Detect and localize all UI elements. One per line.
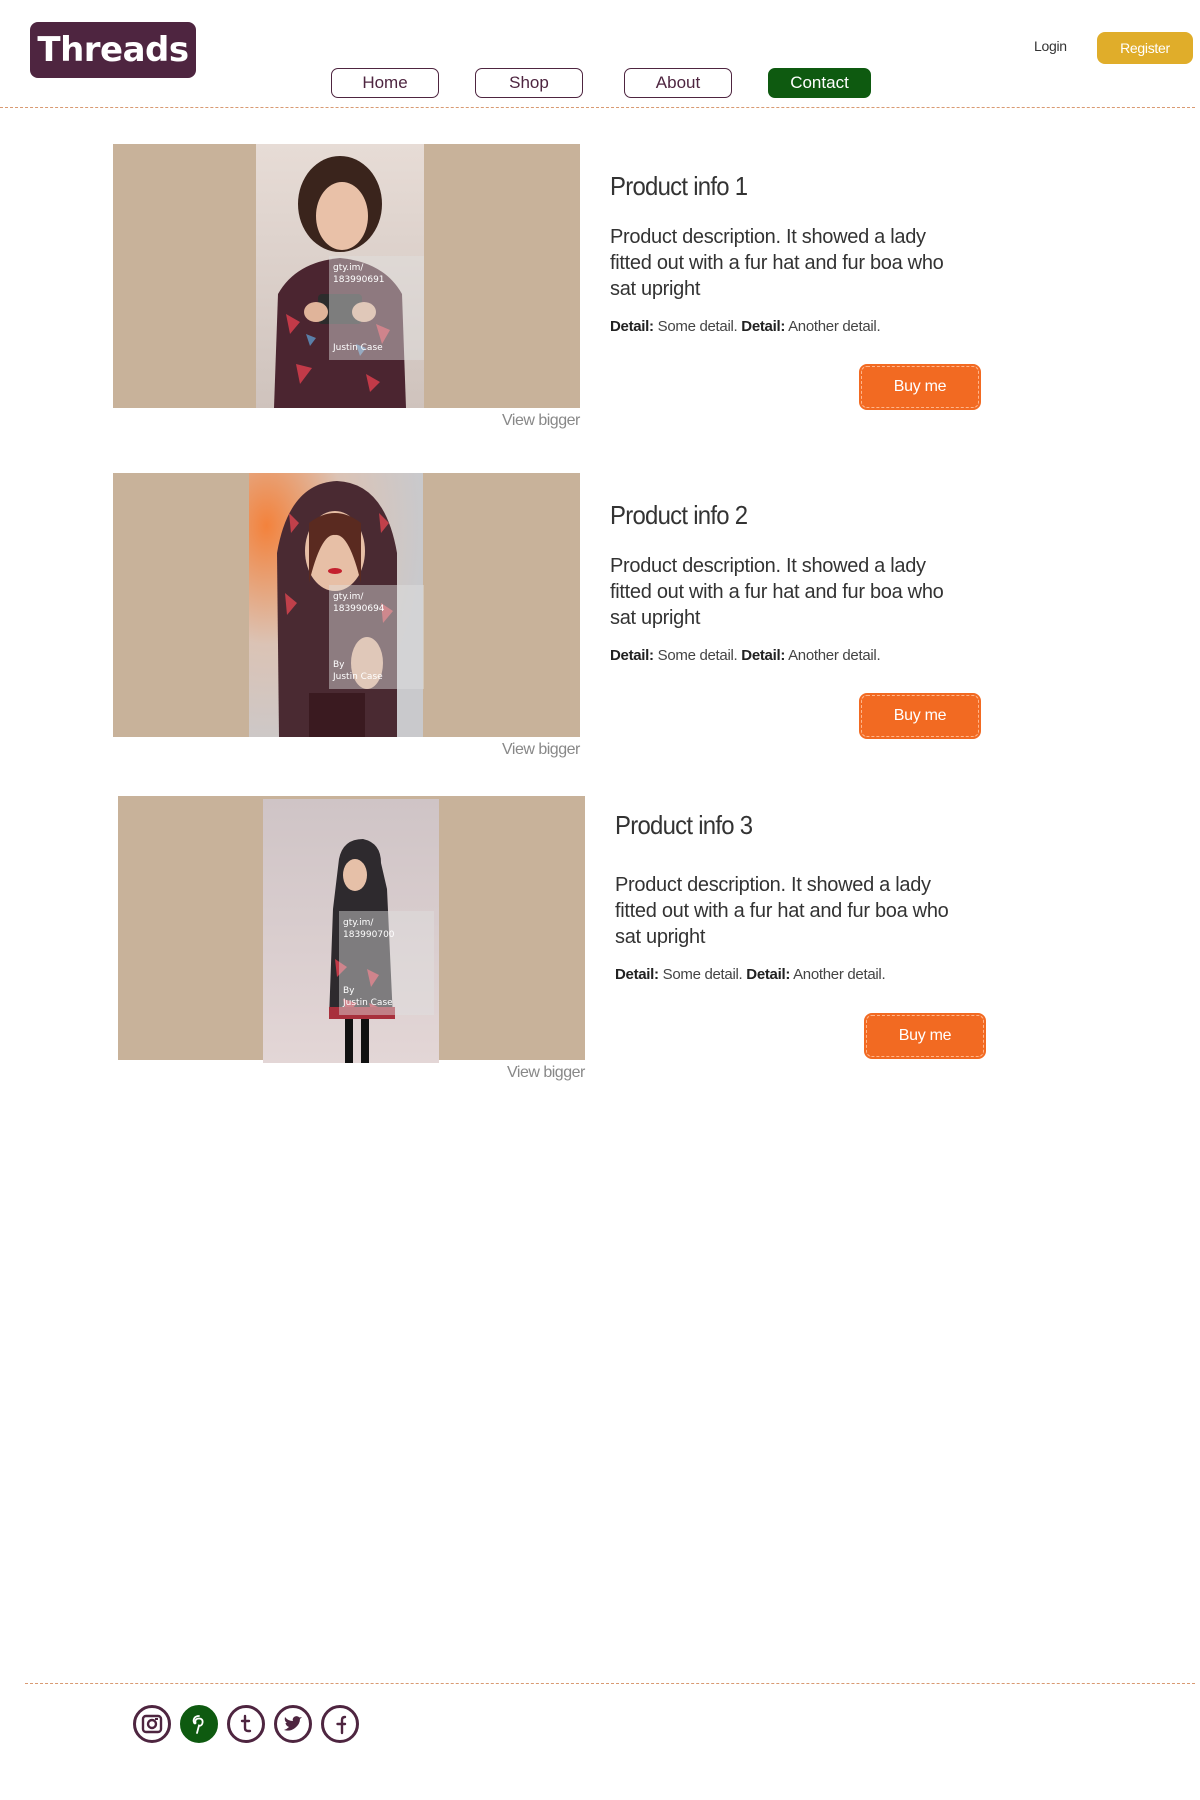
product-details-1: Detail: Some detail. Detail: Another det… [610,318,881,335]
watermark-url-3: gty.im/ [343,918,374,928]
product-image-3[interactable]: gty.im/ 183990700 By Justin Case [118,796,585,1063]
detail-label: Detail: [741,647,786,664]
nav-about[interactable]: About [624,68,732,98]
detail-label: Detail: [610,647,654,664]
detail-value: Some detail. [662,966,743,983]
watermark-url-2: gty.im/ [333,592,364,602]
watermark-url-1: gty.im/ [333,263,364,273]
detail-value: Another detail. [788,647,881,664]
product-image-1[interactable]: gty.im/ 183990691 Justin Case [113,144,580,408]
detail-value: Another detail. [788,318,881,335]
tumblr-icon[interactable] [227,1705,265,1743]
detail-value: Another detail. [793,966,886,983]
watermark-by-3: By Justin Case [343,985,393,1009]
watermark-by-name-3: Justin Case [343,998,393,1008]
watermark-by-prefix-3: By [343,986,355,996]
detail-value: Some detail. [657,647,738,664]
watermark-id-1: 183990691 [333,275,385,285]
product-title-3: Product info 3 [615,810,753,840]
facebook-icon[interactable] [321,1705,359,1743]
footer-divider [25,1683,1195,1684]
watermark-2: gty.im/ 183990694 By Justin Case [329,585,424,689]
watermark-1: gty.im/ 183990691 Justin Case [329,256,424,360]
watermark-id-3: 183990700 [343,930,395,940]
nav-shop[interactable]: Shop [475,68,583,98]
watermark-by-1: Justin Case [333,343,383,353]
view-bigger-link-3[interactable]: View bigger [507,1064,585,1082]
product-title-2: Product info 2 [610,500,748,530]
nav-contact[interactable]: Contact [768,68,871,98]
watermark-by-2: By Justin Case [333,659,383,683]
product-image-2[interactable]: gty.im/ 183990694 By Justin Case [113,473,580,737]
product-description-3: Product description. It showed a lady fi… [615,874,949,948]
header-divider [0,107,1195,108]
product-description-1: Product description. It showed a lady fi… [610,226,944,300]
buy-button-3[interactable]: Buy me [864,1013,986,1059]
buy-button-2[interactable]: Buy me [859,693,981,739]
detail-label: Detail: [610,318,654,335]
detail-label: Detail: [746,966,791,983]
detail-value: Some detail. [657,318,738,335]
product-card-3: gty.im/ 183990700 By Justin Case View bi… [0,796,1200,1096]
watermark-by-prefix-2: By [333,660,345,670]
detail-label: Detail: [741,318,786,335]
detail-label: Detail: [615,966,659,983]
instagram-icon[interactable] [133,1705,171,1743]
product-details-2: Detail: Some detail. Detail: Another det… [610,647,881,664]
main-nav: Home Shop About Contact [0,68,1200,100]
product-description-2: Product description. It showed a lady fi… [610,555,944,629]
pinterest-icon[interactable] [180,1705,218,1743]
product-card-2: gty.im/ 183990694 By Justin Case View bi… [0,473,1200,773]
buy-button-1[interactable]: Buy me [859,364,981,410]
view-bigger-link-2[interactable]: View bigger [502,741,580,759]
view-bigger-link-1[interactable]: View bigger [502,412,580,430]
product-title-1: Product info 1 [610,171,748,201]
nav-home[interactable]: Home [331,68,439,98]
register-button[interactable]: Register [1097,32,1193,64]
watermark-3: gty.im/ 183990700 By Justin Case [339,911,434,1015]
product-card-1: gty.im/ 183990691 Justin Case View bigge… [0,144,1200,444]
twitter-icon[interactable] [274,1705,312,1743]
product-details-3: Detail: Some detail. Detail: Another det… [615,966,886,983]
watermark-id-2: 183990694 [333,604,385,614]
watermark-by-name-2: Justin Case [333,672,383,682]
login-link[interactable]: Login [1034,38,1067,54]
